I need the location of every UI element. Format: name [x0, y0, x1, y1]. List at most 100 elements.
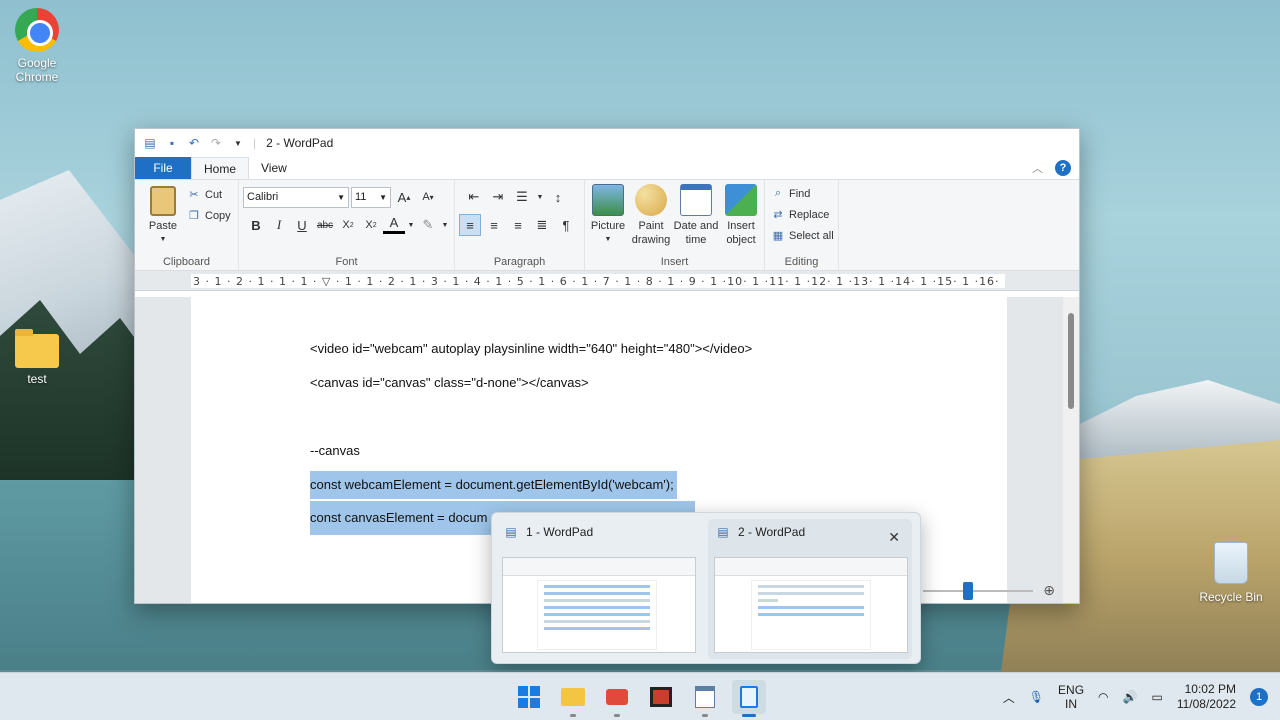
paragraph-group: ⇤ ⇥ ☰ ▼ ↕ ≡ ≡ ≡ ≣ ¶ Paragraph	[455, 180, 585, 270]
highlight-icon[interactable]: ✎	[417, 214, 439, 236]
cut-label: Cut	[205, 188, 223, 201]
picture-button[interactable]: Picture ▼	[591, 184, 625, 247]
chevron-down-icon[interactable]: ▼	[535, 186, 545, 208]
volume-icon[interactable]: 🔊	[1123, 690, 1138, 704]
window-title: 2 - WordPad	[266, 136, 334, 150]
select-all-button[interactable]: ▦ Select all	[771, 225, 834, 246]
copy-button[interactable]: ❐ Copy	[187, 205, 231, 226]
font-family-select[interactable]: Calibri ▼	[243, 186, 349, 208]
taskbar-camera-app[interactable]	[600, 680, 634, 717]
show-hidden-icons-icon[interactable]: ︿	[1003, 689, 1015, 706]
date-label-2: time	[685, 234, 707, 246]
thumbnail-wordpad-1[interactable]: ▤ 1 - WordPad	[496, 519, 700, 659]
align-center-icon[interactable]: ≡	[483, 214, 505, 236]
wordpad-app-icon	[695, 686, 715, 708]
redo-icon[interactable]: ↷	[209, 136, 223, 150]
zoom-in-icon[interactable]: ⊕	[1043, 582, 1055, 599]
title-separator: |	[253, 136, 257, 150]
media-app-icon	[650, 687, 672, 707]
save-icon[interactable]: ▪	[165, 136, 179, 150]
microphone-icon[interactable]: 🎙	[1029, 690, 1044, 704]
paste-icon	[150, 186, 176, 216]
taskbar-apps	[512, 680, 766, 717]
tab-view[interactable]: View	[249, 157, 299, 179]
subscript-icon[interactable]: X2	[337, 214, 359, 236]
justify-icon[interactable]: ≣	[531, 214, 553, 236]
thumbnail-title: 1 - WordPad	[526, 525, 594, 539]
date-time-button[interactable]: Date and time	[673, 184, 719, 247]
region-label: IN	[1065, 697, 1078, 711]
language-indicator[interactable]: ENG IN	[1058, 683, 1084, 711]
thumbnail-wordpad-2[interactable]: ▤ 2 - WordPad ✕	[708, 519, 912, 659]
paint-drawing-button[interactable]: Paint drawing	[631, 184, 671, 247]
insert-object-button[interactable]: Insert object	[721, 184, 761, 247]
text-color-icon[interactable]: A	[383, 214, 405, 234]
copy-icon: ❐	[189, 210, 199, 222]
thumbnail-preview	[714, 557, 908, 653]
superscript-icon[interactable]: X2	[360, 214, 382, 236]
tab-home[interactable]: Home	[191, 157, 250, 179]
doc-line-selected: const webcamElement = document.getElemen…	[310, 471, 678, 499]
group-label-font: Font	[335, 256, 358, 268]
clipboard-group: Paste ▼ ✂ Cut ❐ Copy Clipboard	[135, 180, 239, 270]
desktop-icon-chrome[interactable]: Google Chrome	[2, 8, 72, 84]
clock[interactable]: 10:02 PM 11/08/2022	[1177, 682, 1236, 712]
taskbar-notepad[interactable]	[732, 680, 766, 717]
grow-font-icon[interactable]: A ▴	[393, 186, 415, 208]
close-icon[interactable]: ✕	[888, 529, 900, 546]
undo-icon[interactable]: ↶	[187, 136, 201, 150]
decrease-indent-icon[interactable]: ⇤	[463, 186, 485, 208]
video-camera-icon	[606, 689, 628, 705]
battery-icon[interactable]: ▭	[1151, 690, 1162, 704]
font-size-select[interactable]: 11 ▼	[351, 186, 391, 208]
paste-button[interactable]: Paste ▼	[145, 186, 181, 247]
zoom-slider-thumb[interactable]	[963, 581, 974, 600]
paste-label: Paste	[148, 220, 178, 232]
shrink-font-icon[interactable]: A ▾	[417, 186, 439, 208]
ruler[interactable]: 3 · 1 · 2 · 1 · 1 · 1 · ▽ · 1 · 1 · 2 · …	[135, 271, 1079, 291]
windows-logo-icon	[518, 686, 540, 708]
taskbar-file-explorer[interactable]	[556, 680, 590, 717]
group-label-clipboard: Clipboard	[162, 256, 211, 268]
notepad-icon	[740, 686, 758, 708]
cut-button[interactable]: ✂ Cut	[187, 184, 231, 205]
taskbar-thumbnail-popup: ▤ 1 - WordPad ▤ 2 - WordPad ✕	[491, 512, 921, 664]
help-icon[interactable]: ?	[1055, 160, 1071, 176]
paint-label-1: Paint	[638, 220, 664, 232]
chevron-down-icon[interactable]: ▼	[440, 214, 450, 236]
zoom-slider[interactable]	[923, 581, 1034, 600]
chevron-down-icon[interactable]: ▼	[406, 214, 416, 236]
replace-button[interactable]: ⇄ Replace	[771, 204, 834, 225]
find-label: Find	[789, 187, 811, 200]
strikethrough-icon[interactable]: abc	[314, 214, 336, 236]
chevron-down-icon: ▼	[379, 192, 387, 202]
increase-indent-icon[interactable]: ⇥	[487, 186, 509, 208]
scrollbar-thumb[interactable]	[1068, 313, 1074, 409]
paste-dropdown-icon[interactable]: ▼	[160, 233, 167, 247]
bold-icon[interactable]: B	[245, 214, 267, 236]
line-spacing-icon[interactable]: ↕	[547, 186, 569, 208]
align-left-icon[interactable]: ≡	[459, 214, 481, 236]
thumbnail-title: 2 - WordPad	[738, 525, 806, 539]
desktop-icon-test-folder[interactable]: test	[2, 329, 72, 386]
taskbar-app-filmora[interactable]	[644, 680, 678, 714]
binoculars-icon: ⌕	[774, 187, 782, 199]
taskbar-wordpad[interactable]	[688, 680, 722, 717]
select-all-label: Select all	[789, 229, 834, 242]
vertical-scrollbar[interactable]	[1063, 297, 1079, 603]
tab-file[interactable]: File	[135, 157, 191, 179]
desktop-icon-recycle-bin[interactable]: Recycle Bin	[1196, 542, 1266, 604]
font-group: Calibri ▼ 11 ▼ A ▴ A ▾ B I U abc X2 X2 A ▼ ✎…	[239, 180, 455, 270]
quick-access-dropdown-icon[interactable]: ▼	[231, 136, 245, 150]
underline-icon[interactable]: U	[291, 214, 313, 236]
minimize-ribbon-icon[interactable]: ︿	[1032, 160, 1043, 176]
paragraph-settings-icon[interactable]: ¶	[555, 214, 577, 236]
find-button[interactable]: ⌕ Find	[771, 183, 834, 204]
start-button[interactable]	[512, 680, 546, 714]
wifi-icon[interactable]: ◠	[1098, 690, 1108, 704]
notification-badge[interactable]: 1	[1250, 688, 1268, 706]
replace-icon: ⇄	[773, 209, 783, 221]
bullet-list-icon[interactable]: ☰	[511, 186, 533, 208]
align-right-icon[interactable]: ≡	[507, 214, 529, 236]
italic-icon[interactable]: I	[268, 214, 290, 236]
